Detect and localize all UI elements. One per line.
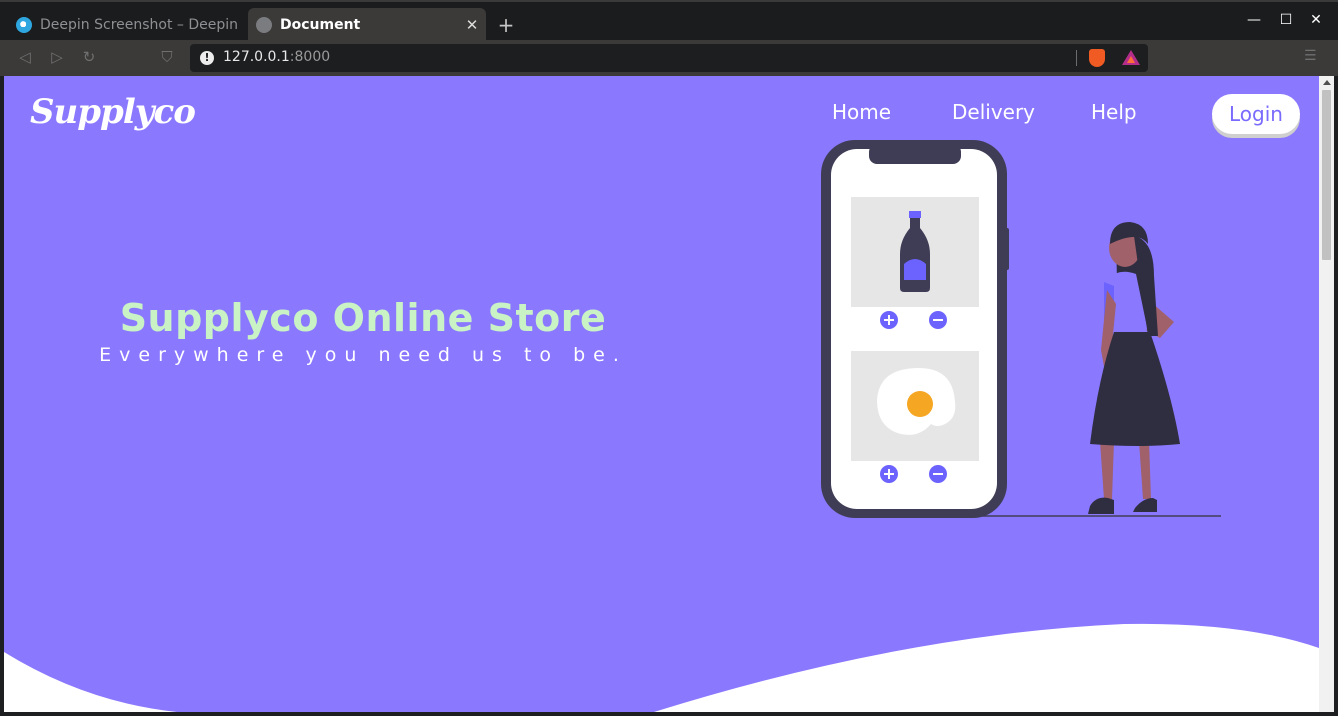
tab-title: Deepin Screenshot – Deepin T	[40, 17, 240, 33]
page-scrollbar[interactable]	[1319, 76, 1334, 712]
maximize-window-icon[interactable]: ☐	[1276, 12, 1296, 28]
brave-shields-icon[interactable]	[1089, 49, 1105, 67]
deepin-favicon-icon	[16, 17, 32, 33]
close-window-icon[interactable]: ✕	[1306, 12, 1326, 28]
close-tab-icon[interactable]: ✕	[464, 17, 480, 33]
brave-rewards-icon[interactable]	[1122, 50, 1140, 65]
site-logo[interactable]: Supplyco	[30, 92, 196, 132]
shopping-illustration	[821, 140, 1221, 518]
nav-home[interactable]: Home	[832, 100, 891, 124]
address-bar[interactable]: ! 127.0.0.1:8000	[190, 44, 1148, 72]
url-text[interactable]: 127.0.0.1:8000	[223, 49, 330, 65]
url-divider	[1076, 50, 1077, 66]
page-viewport: Supplyco Home Delivery Help Login Supply…	[4, 76, 1319, 712]
scroll-up-arrow-icon[interactable]	[1323, 80, 1331, 85]
new-tab-button[interactable]: +	[496, 14, 516, 36]
nav-delivery[interactable]: Delivery	[952, 100, 1035, 124]
globe-favicon-icon	[256, 17, 272, 33]
nav-help[interactable]: Help	[1091, 100, 1137, 124]
browser-menu-icon[interactable]: ☰	[1304, 49, 1318, 63]
phone-illustration	[821, 140, 1009, 518]
minimize-window-icon[interactable]: —	[1244, 12, 1264, 28]
site-info-icon[interactable]: !	[200, 51, 214, 65]
browser-tab-bar: Deepin Screenshot – Deepin T Document ✕ …	[0, 0, 1338, 42]
woman-illustration	[1088, 222, 1180, 514]
login-button[interactable]: Login	[1212, 94, 1300, 134]
tab-title: Document	[280, 17, 361, 33]
bookmark-icon[interactable]: ⛉	[158, 48, 176, 66]
bottom-wave	[4, 623, 1319, 712]
hero-subtitle: Everywhere you need us to be.	[99, 344, 627, 366]
forward-icon[interactable]: ▷	[48, 48, 66, 66]
scroll-thumb[interactable]	[1322, 90, 1331, 260]
tab-document[interactable]: Document ✕	[248, 8, 486, 42]
tab-deepin-screenshot[interactable]: Deepin Screenshot – Deepin T	[8, 8, 240, 42]
back-icon[interactable]: ◁	[16, 48, 34, 66]
hero-title: Supplyco Online Store	[119, 296, 607, 340]
browser-toolbar: ◁ ▷ ↻ ⛉ ! 127.0.0.1:8000 ☰	[0, 40, 1338, 76]
reload-icon[interactable]: ↻	[80, 48, 98, 66]
